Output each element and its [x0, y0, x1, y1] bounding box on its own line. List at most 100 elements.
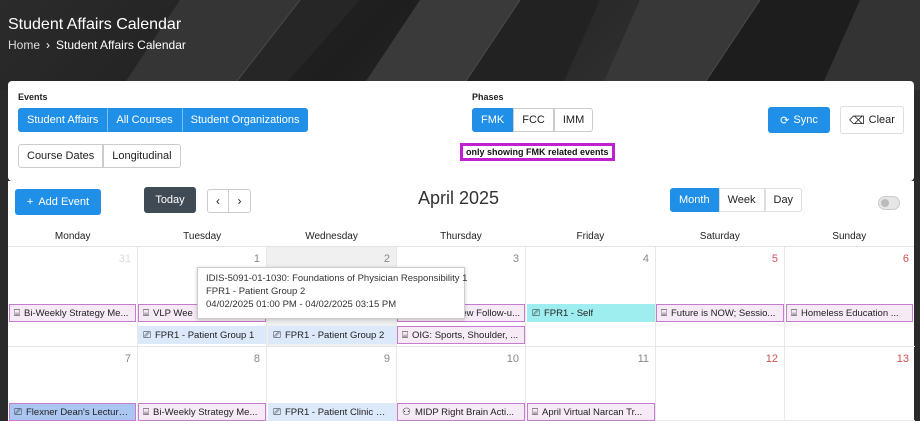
- page-header-banner: Student Affairs Calendar Home › Student …: [0, 0, 920, 90]
- course-button-group: Course Dates Longitudinal: [18, 144, 181, 168]
- day-number: 10: [506, 353, 519, 365]
- calendar-event[interactable]: ⌸ Future is NOW; Sessio...: [656, 304, 784, 322]
- event-title: OIG: Sports, Shoulder, ...: [412, 329, 519, 341]
- calendar-event[interactable]: ⌸ April Virtual Narcan Tr...: [527, 403, 655, 421]
- clear-label: Clear: [868, 114, 895, 126]
- calendar-toggle-switch[interactable]: [878, 196, 900, 210]
- calendar-event[interactable]: ⌸ OIG: Sports, Shoulder, ...: [397, 326, 525, 344]
- day-number: 6: [902, 253, 909, 265]
- day-number: 7: [124, 353, 131, 365]
- lecture-icon: ⎚: [14, 406, 22, 418]
- breadcrumb: Home › Student Affairs Calendar: [8, 38, 186, 52]
- today-button[interactable]: Today: [144, 187, 196, 213]
- calendar-event[interactable]: ⎚ Flexner Dean's Lecture...: [9, 403, 136, 421]
- day-number: 1: [253, 253, 260, 265]
- month-navigation: ‹ ›: [207, 189, 251, 213]
- day-number: 12: [765, 353, 778, 365]
- event-title: MIDP Right Brain Acti...: [414, 406, 515, 418]
- day-cell[interactable]: 5: [655, 247, 785, 347]
- filter-student-affairs-button[interactable]: Student Affairs: [18, 108, 108, 132]
- next-month-chevron-icon[interactable]: ›: [229, 189, 251, 213]
- calendar-event[interactable]: ⎚ FPR1 - Patient Group 1: [138, 326, 266, 344]
- weekday-header-row: Monday Tuesday Wednesday Thursday Friday…: [8, 227, 914, 247]
- day-cell[interactable]: 6: [785, 247, 915, 347]
- meeting-icon: ⌸: [14, 307, 20, 319]
- plus-icon: +: [26, 196, 34, 208]
- day-number: 13: [896, 353, 909, 365]
- weekday-header: Saturday: [699, 231, 740, 242]
- calendar-event[interactable]: ⎚ FPR1 - Self: [527, 304, 655, 322]
- filter-all-courses-button[interactable]: All Courses: [107, 108, 182, 132]
- group-icon: ⚇: [402, 406, 411, 418]
- meeting-icon: ⌸: [791, 307, 797, 319]
- filter-longitudinal-button[interactable]: Longitudinal: [103, 144, 181, 168]
- day-number: 2: [383, 253, 390, 265]
- day-cell[interactable]: 31: [8, 247, 138, 347]
- day-number: 11: [637, 353, 649, 365]
- calendar-event[interactable]: ⎚ FPR1 - Patient Group 2: [268, 326, 396, 344]
- page-title: Student Affairs Calendar: [8, 16, 182, 33]
- weekday-header: Monday: [54, 231, 91, 242]
- month-title: April 2025: [418, 188, 500, 208]
- calendar-event[interactable]: ⌸ Bi-Weekly Strategy Me...: [138, 403, 266, 421]
- tooltip-title: FPR1 - Patient Group 2: [206, 286, 306, 297]
- tooltip-course: IDIS-5091-01-1030: Foundations of Physic…: [206, 273, 468, 284]
- event-title: ew Follow-u...: [461, 307, 520, 319]
- sync-label: Sync: [793, 114, 818, 126]
- lecture-icon: ⎚: [532, 307, 540, 319]
- day-number: 5: [771, 253, 778, 265]
- phases-label: Phases: [472, 92, 504, 102]
- weekday-header: Thursday: [440, 231, 482, 242]
- event-tooltip: IDIS-5091-01-1030: Foundations of Physic…: [197, 267, 468, 319]
- tooltip-time: 04/02/2025 01:00 PM - 04/02/2025 03:15 P…: [206, 299, 397, 310]
- calendar-toolbar: + Add Event Today ‹ › April 2025 Month W…: [8, 181, 914, 227]
- event-title: Bi-Weekly Strategy Me...: [24, 307, 129, 319]
- view-day-button[interactable]: Day: [764, 188, 803, 212]
- view-switcher: Month Week Day: [670, 188, 803, 212]
- calendar-event[interactable]: ⌸ Bi-Weekly Strategy Me...: [9, 304, 136, 322]
- breadcrumb-home-link[interactable]: Home: [8, 38, 40, 52]
- clear-button[interactable]: ⌫ Clear: [840, 106, 904, 134]
- filter-student-organizations-button[interactable]: Student Organizations: [181, 108, 309, 132]
- event-title: Flexner Dean's Lecture...: [26, 406, 131, 418]
- calendar-event[interactable]: ⚇ MIDP Right Brain Acti...: [397, 403, 525, 421]
- eraser-icon: ⌫: [849, 114, 865, 127]
- day-number: 3: [512, 253, 519, 265]
- prev-month-chevron-icon[interactable]: ‹: [207, 189, 229, 213]
- event-title: FPR1 - Patient Group 1: [155, 329, 255, 341]
- meeting-icon: ⌸: [402, 329, 408, 341]
- events-button-group: Student Affairs All Courses Student Orga…: [18, 108, 309, 132]
- lecture-icon: ⎚: [273, 329, 281, 341]
- meeting-icon: ⌸: [143, 307, 149, 319]
- phase-fcc-button[interactable]: FCC: [513, 108, 554, 132]
- meeting-icon: ⌸: [661, 307, 667, 319]
- phases-button-group: FMK FCC IMM: [472, 108, 594, 132]
- calendar-event[interactable]: ⌸ Homeless Education ...: [786, 304, 913, 322]
- day-cell[interactable]: 4: [526, 247, 656, 347]
- weekday-header: Tuesday: [183, 231, 222, 242]
- day-number: 9: [383, 353, 390, 365]
- lecture-icon: ⎚: [273, 406, 281, 418]
- lecture-icon: ⎚: [143, 329, 151, 341]
- phase-filter-notice: only showing FMK related events: [460, 143, 615, 161]
- event-title: Future is NOW; Sessio...: [671, 307, 776, 319]
- day-cell[interactable]: 12: [655, 347, 785, 421]
- weekday-header: Wednesday: [305, 231, 358, 242]
- calendar-event[interactable]: ⎚ FPR1 - Patient Clinic G...: [268, 403, 396, 421]
- day-cell[interactable]: 13: [785, 347, 915, 421]
- add-event-label: Add Event: [38, 196, 90, 208]
- event-title: Homeless Education ...: [801, 307, 899, 319]
- weekday-header: Friday: [576, 231, 605, 242]
- filter-course-dates-button[interactable]: Course Dates: [18, 144, 104, 168]
- event-title: VLP Wee: [153, 307, 193, 319]
- view-month-button[interactable]: Month: [670, 188, 719, 212]
- view-week-button[interactable]: Week: [718, 188, 765, 212]
- phase-imm-button[interactable]: IMM: [553, 108, 594, 132]
- sync-button[interactable]: ⟳ Sync: [768, 107, 830, 133]
- weekday-header: Sunday: [832, 231, 867, 242]
- event-title: April Virtual Narcan Tr...: [542, 406, 643, 418]
- sync-icon: ⟳: [780, 114, 790, 127]
- add-event-button[interactable]: + Add Event: [15, 189, 101, 215]
- phase-fmk-button[interactable]: FMK: [472, 108, 514, 132]
- breadcrumb-separator-icon: ›: [46, 38, 51, 52]
